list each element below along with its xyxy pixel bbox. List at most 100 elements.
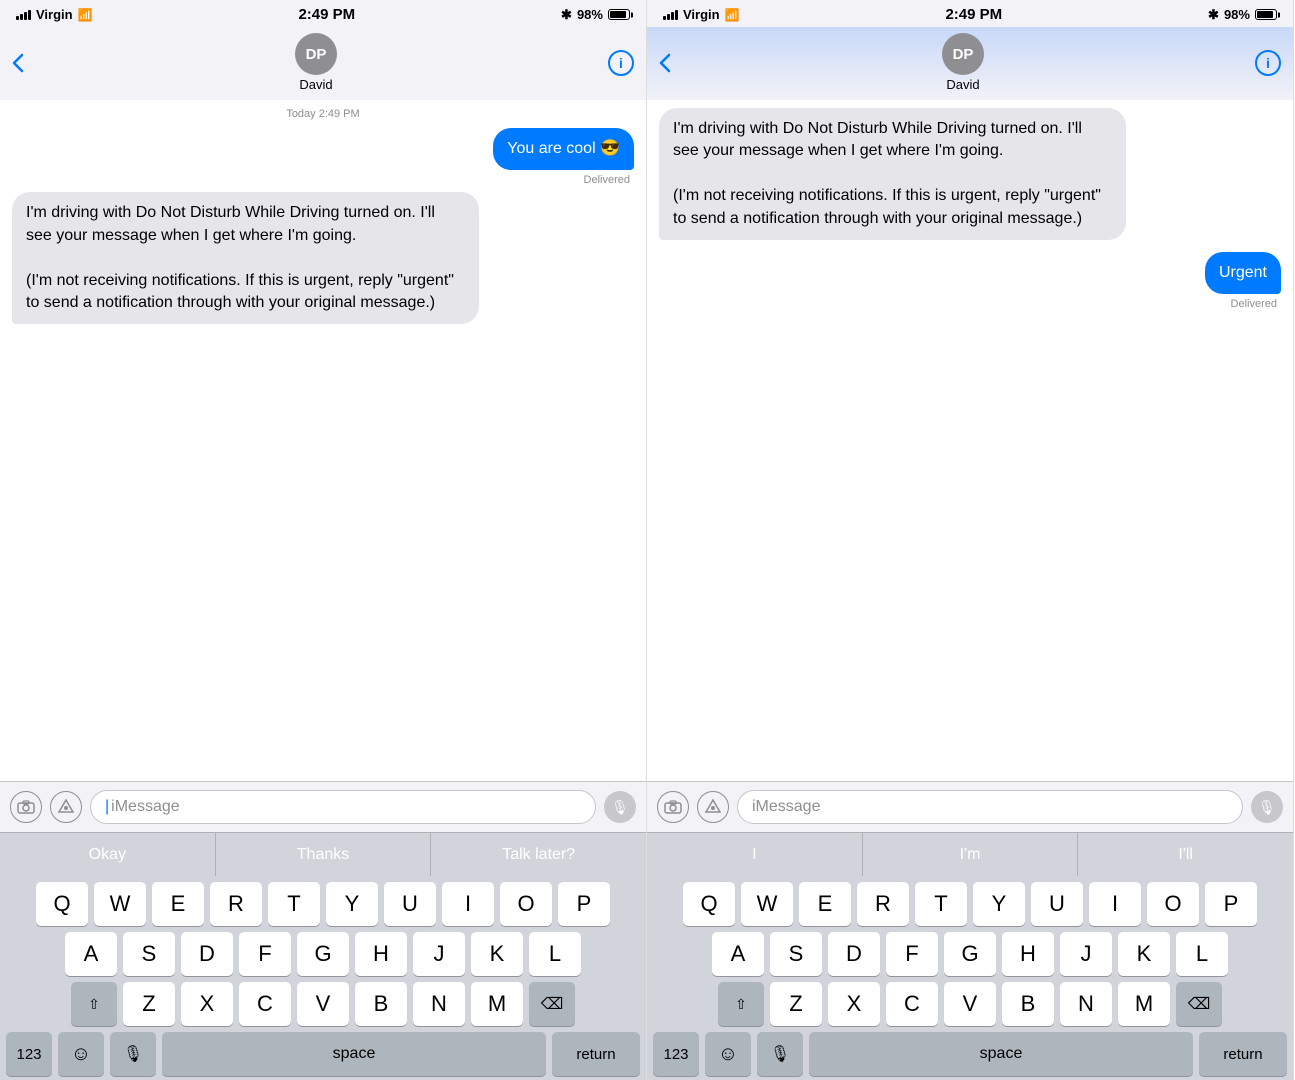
key-Y-right[interactable]: Y xyxy=(973,882,1025,926)
carrier-label: Virgin xyxy=(36,7,73,22)
key-M-right[interactable]: M xyxy=(1118,982,1170,1026)
camera-button-left[interactable] xyxy=(10,791,42,823)
key-L-right[interactable]: L xyxy=(1176,932,1228,976)
key-N-right[interactable]: N xyxy=(1060,982,1112,1026)
key-Z-left[interactable]: Z xyxy=(123,982,175,1026)
key-Q-right[interactable]: Q xyxy=(683,882,735,926)
key-delete-right[interactable]: ⌫ xyxy=(1176,982,1222,1026)
apps-button-left[interactable] xyxy=(50,791,82,823)
predictive-okay[interactable]: Okay xyxy=(0,833,216,876)
key-J-left[interactable]: J xyxy=(413,932,465,976)
key-I-right[interactable]: I xyxy=(1089,882,1141,926)
key-P-right[interactable]: P xyxy=(1205,882,1257,926)
message-input-right[interactable]: iMessage xyxy=(737,790,1243,824)
key-row-1-left: Q W E R T Y U I O P xyxy=(3,882,643,926)
back-button-right[interactable] xyxy=(659,53,671,73)
key-V-left[interactable]: V xyxy=(297,982,349,1026)
key-numbers-left[interactable]: 123 xyxy=(6,1032,52,1076)
key-O-left[interactable]: O xyxy=(500,882,552,926)
key-O-right[interactable]: O xyxy=(1147,882,1199,926)
key-P-left[interactable]: P xyxy=(558,882,610,926)
key-emoji-right[interactable]: ☺ xyxy=(705,1032,751,1076)
key-M-left[interactable]: M xyxy=(471,982,523,1026)
key-emoji-left[interactable]: ☺ xyxy=(58,1032,104,1076)
status-right-right: ✱ 98% xyxy=(1208,7,1277,23)
key-U-left[interactable]: U xyxy=(384,882,436,926)
back-button-left[interactable] xyxy=(12,53,24,73)
bubble-sent-right-1: Urgent xyxy=(1205,252,1281,294)
key-C-right[interactable]: C xyxy=(886,982,938,1026)
message-input-left[interactable]: | iMessage xyxy=(90,790,596,824)
key-A-left[interactable]: A xyxy=(65,932,117,976)
key-W-right[interactable]: W xyxy=(741,882,793,926)
key-space-right[interactable]: space xyxy=(809,1032,1193,1076)
key-X-right[interactable]: X xyxy=(828,982,880,1026)
key-delete-left[interactable]: ⌫ xyxy=(529,982,575,1026)
key-E-left[interactable]: E xyxy=(152,882,204,926)
key-U-right[interactable]: U xyxy=(1031,882,1083,926)
key-Q-left[interactable]: Q xyxy=(36,882,88,926)
key-A-right[interactable]: A xyxy=(712,932,764,976)
key-X-left[interactable]: X xyxy=(181,982,233,1026)
key-Y-left[interactable]: Y xyxy=(326,882,378,926)
predictive-i[interactable]: I xyxy=(647,833,863,876)
key-T-left[interactable]: T xyxy=(268,882,320,926)
key-Z-right[interactable]: Z xyxy=(770,982,822,1026)
key-G-left[interactable]: G xyxy=(297,932,349,976)
key-H-right[interactable]: H xyxy=(1002,932,1054,976)
contact-info-right[interactable]: DP David xyxy=(942,33,984,92)
key-S-right[interactable]: S xyxy=(770,932,822,976)
key-B-left[interactable]: B xyxy=(355,982,407,1026)
key-R-left[interactable]: R xyxy=(210,882,262,926)
received-message-right-1: I'm driving with Do Not Disturb While Dr… xyxy=(659,108,1281,240)
key-shift-left[interactable]: ⇧ xyxy=(71,982,117,1026)
predictive-talk-later[interactable]: Talk later? xyxy=(431,833,646,876)
received-message-1: I'm driving with Do Not Disturb While Dr… xyxy=(12,192,634,324)
key-return-right[interactable]: return xyxy=(1199,1032,1287,1076)
info-button-left[interactable]: i xyxy=(608,50,634,76)
battery-percent-right: 98% xyxy=(1224,7,1250,22)
key-return-left[interactable]: return xyxy=(552,1032,640,1076)
key-space-left[interactable]: space xyxy=(162,1032,546,1076)
key-F-right[interactable]: F xyxy=(886,932,938,976)
predictive-im[interactable]: I'm xyxy=(863,833,1079,876)
key-row-1-right: Q W E R T Y U I O P xyxy=(650,882,1290,926)
key-B-right[interactable]: B xyxy=(1002,982,1054,1026)
key-K-right[interactable]: K xyxy=(1118,932,1170,976)
key-I-left[interactable]: I xyxy=(442,882,494,926)
key-D-right[interactable]: D xyxy=(828,932,880,976)
sent-message-right-1: Urgent xyxy=(659,252,1281,294)
key-L-left[interactable]: L xyxy=(529,932,581,976)
apps-button-right[interactable] xyxy=(697,791,729,823)
key-E-right[interactable]: E xyxy=(799,882,851,926)
contact-info-left[interactable]: DP David xyxy=(295,33,337,92)
time-label: 2:49 PM xyxy=(298,6,355,23)
key-K-left[interactable]: K xyxy=(471,932,523,976)
input-placeholder-right: iMessage xyxy=(752,798,820,816)
key-F-left[interactable]: F xyxy=(239,932,291,976)
info-button-right[interactable]: i xyxy=(1255,50,1281,76)
key-G-right[interactable]: G xyxy=(944,932,996,976)
key-S-left[interactable]: S xyxy=(123,932,175,976)
mic-button-right[interactable]: 🎙 xyxy=(1251,791,1283,823)
predictive-ill[interactable]: I'll xyxy=(1078,833,1293,876)
key-J-right[interactable]: J xyxy=(1060,932,1112,976)
key-R-right[interactable]: R xyxy=(857,882,909,926)
key-row-2-left: A S D F G H J K L xyxy=(3,932,643,976)
camera-button-right[interactable] xyxy=(657,791,689,823)
mic-button-left[interactable]: 🎙 xyxy=(604,791,636,823)
key-N-left[interactable]: N xyxy=(413,982,465,1026)
key-mic-right[interactable]: 🎙 xyxy=(757,1032,803,1076)
key-V-right[interactable]: V xyxy=(944,982,996,1026)
key-D-left[interactable]: D xyxy=(181,932,233,976)
predictive-thanks[interactable]: Thanks xyxy=(216,833,432,876)
predictive-bar-left: Okay Thanks Talk later? xyxy=(0,832,646,876)
key-T-right[interactable]: T xyxy=(915,882,967,926)
key-numbers-right[interactable]: 123 xyxy=(653,1032,699,1076)
bluetooth-icon: ✱ xyxy=(561,7,572,23)
key-shift-right[interactable]: ⇧ xyxy=(718,982,764,1026)
key-mic-left[interactable]: 🎙 xyxy=(110,1032,156,1076)
key-C-left[interactable]: C xyxy=(239,982,291,1026)
key-H-left[interactable]: H xyxy=(355,932,407,976)
key-W-left[interactable]: W xyxy=(94,882,146,926)
